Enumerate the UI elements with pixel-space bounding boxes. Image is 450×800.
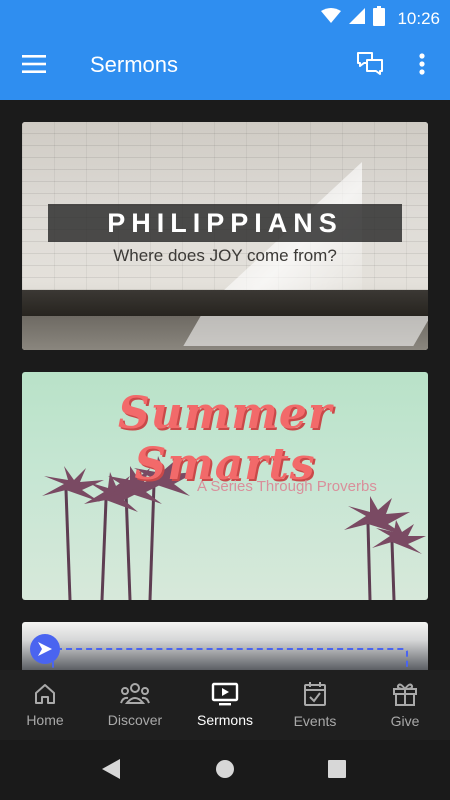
page-title: Sermons bbox=[90, 52, 179, 77]
status-icons: 10:26 bbox=[321, 6, 440, 31]
menu-button[interactable] bbox=[16, 48, 52, 84]
bottom-nav: Home Discover Sermons Events Give bbox=[0, 670, 450, 740]
more-vert-icon bbox=[419, 52, 425, 80]
recents-icon bbox=[328, 760, 346, 782]
wall-stripe bbox=[22, 290, 428, 316]
nav-label: Sermons bbox=[196, 712, 254, 728]
people-icon bbox=[120, 682, 150, 706]
sermon-list[interactable]: PHILIPPIANS Where does JOY come from? Su… bbox=[0, 100, 450, 670]
home-circle-icon bbox=[215, 760, 235, 783]
menu-icon bbox=[22, 54, 46, 78]
sun-patch bbox=[183, 316, 428, 346]
home-icon bbox=[33, 682, 57, 706]
navigation-arrow-icon bbox=[30, 634, 60, 664]
route-line bbox=[52, 648, 408, 670]
gift-icon bbox=[392, 681, 418, 707]
status-bar: 10:26 bbox=[0, 0, 450, 32]
chat-icon bbox=[356, 51, 384, 82]
nav-label: Give bbox=[390, 713, 420, 729]
calendar-icon bbox=[303, 681, 327, 707]
app-bar: Sermons bbox=[0, 32, 450, 100]
sermon-subtitle: Where does JOY come from? bbox=[113, 246, 337, 265]
video-icon bbox=[211, 682, 239, 706]
signal-icon bbox=[349, 8, 366, 29]
system-nav-bar bbox=[0, 740, 450, 800]
app-screen: 10:26 Sermons PHILIPPIANS Where does JOY… bbox=[0, 0, 450, 800]
home-system-button[interactable] bbox=[215, 759, 235, 784]
nav-label: Events bbox=[293, 713, 337, 729]
nav-discover[interactable]: Discover bbox=[90, 670, 180, 740]
sermon-card-philippians[interactable]: PHILIPPIANS Where does JOY come from? bbox=[22, 122, 428, 350]
nav-events[interactable]: Events bbox=[270, 670, 360, 740]
status-time: 10:26 bbox=[397, 8, 440, 28]
sermon-card-3[interactable] bbox=[22, 622, 428, 670]
more-button[interactable] bbox=[406, 48, 438, 84]
back-button[interactable] bbox=[101, 758, 121, 785]
wifi-icon bbox=[321, 8, 342, 29]
sermon-card-summer-smarts[interactable]: Summer Smarts A Series Through Proverbs bbox=[22, 372, 428, 600]
sermon-title: PHILIPPIANS bbox=[107, 207, 343, 238]
sermon-title-band: PHILIPPIANS bbox=[48, 204, 402, 242]
nav-home[interactable]: Home bbox=[0, 670, 90, 740]
back-icon bbox=[101, 759, 121, 784]
nav-label: Home bbox=[26, 712, 64, 728]
battery-icon bbox=[373, 6, 386, 31]
chat-button[interactable] bbox=[352, 48, 388, 84]
sermon-subtitle: A Series Through Proverbs bbox=[197, 478, 377, 495]
sermon-title: Summer Smarts bbox=[117, 388, 333, 490]
nav-label: Discover bbox=[107, 712, 163, 728]
nav-give[interactable]: Give bbox=[360, 670, 450, 740]
nav-sermons[interactable]: Sermons bbox=[180, 670, 270, 740]
recents-button[interactable] bbox=[328, 760, 346, 783]
